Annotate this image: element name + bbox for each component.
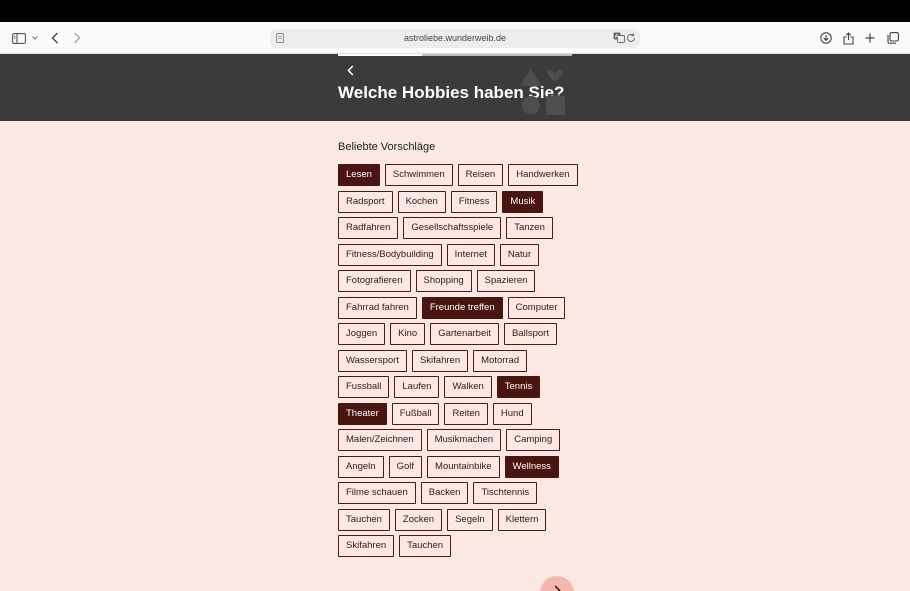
hobby-chip-handwerken[interactable]: Handwerken — [508, 164, 578, 186]
hobby-chip-freunde-treffen[interactable]: Freunde treffen — [421, 296, 503, 319]
hobby-chip-musik[interactable]: Musik — [502, 190, 544, 213]
sidebar-toggle-button[interactable] — [10, 22, 28, 54]
hobby-chip-computer[interactable]: Computer — [507, 296, 566, 319]
chip-row: Joggen Kino Gartenarbeit Ballsport — [338, 323, 578, 345]
hobby-chip-internet[interactable]: Internet — [446, 243, 495, 266]
hobby-chip-kino[interactable]: Kino — [390, 323, 426, 345]
hobby-chip-segeln[interactable]: Segeln — [447, 508, 493, 531]
suggestions-heading: Beliebte Vorschläge — [338, 141, 436, 153]
hobby-chip-wassersport[interactable]: Wassersport — [338, 349, 407, 372]
hobby-chip-tischtennis[interactable]: Tischtennis — [473, 482, 538, 504]
hobby-chip-schwimmen[interactable]: Schwimmen — [384, 164, 453, 186]
hobby-chip-motorrad[interactable]: Motorrad — [473, 349, 528, 372]
share-button[interactable] — [841, 22, 855, 54]
chip-row: Malen/Zeichnen Musikmachen Camping — [338, 429, 578, 451]
previous-question-button[interactable] — [343, 63, 357, 77]
next-button[interactable] — [540, 576, 574, 591]
hobby-chip-lesen[interactable]: Lesen — [338, 164, 380, 186]
download-icon — [820, 32, 832, 44]
hobby-chip-golf[interactable]: Golf — [388, 455, 423, 478]
hobby-chip-laufen[interactable]: Laufen — [394, 376, 440, 398]
share-icon — [842, 31, 854, 45]
question-header: Welche Hobbies haben Sie? — [0, 54, 910, 121]
hobby-chip-wellness[interactable]: Wellness — [504, 455, 559, 478]
tabs-overview-button[interactable] — [885, 22, 901, 54]
hobby-chip-joggen[interactable]: Joggen — [338, 323, 386, 345]
hobby-chip-camping[interactable]: Camping — [506, 429, 561, 451]
hobby-chip-fussball[interactable]: Fussball — [338, 376, 390, 398]
chip-row: Theater Fußball Reiten Hund — [338, 402, 578, 425]
progress-bar-fill — [338, 54, 423, 56]
hobby-chip-spazieren[interactable]: Spazieren — [476, 270, 536, 292]
chip-row: Fussball Laufen Walken Tennis — [338, 376, 578, 398]
hobby-chip-tanzen[interactable]: Tanzen — [506, 217, 553, 239]
chevron-right-icon — [74, 32, 81, 44]
hobby-chip-gesellschaftsspiele[interactable]: Gesellschaftsspiele — [403, 217, 502, 239]
hobby-chip-tennis[interactable]: Tennis — [496, 376, 541, 398]
svg-text:A: A — [615, 34, 619, 40]
hobby-chip-malen-zeichnen[interactable]: Malen/Zeichnen — [338, 429, 422, 451]
hobby-chip-klettern[interactable]: Klettern — [497, 508, 547, 531]
hobby-chip-reiten[interactable]: Reiten — [444, 402, 488, 425]
chip-row: Filme schauen Backen Tischtennis — [338, 482, 578, 504]
chip-row: Skifahren Tauchen — [338, 535, 578, 557]
sidebar-icon — [12, 32, 26, 44]
chip-row: Tauchen Zocken Segeln Klettern — [338, 508, 578, 531]
hobby-chip-tauchen[interactable]: Tauchen — [338, 508, 390, 531]
hobby-chip-backen[interactable]: Backen — [420, 482, 469, 504]
status-bar — [0, 0, 910, 22]
hobby-chip-shopping[interactable]: Shopping — [415, 270, 472, 292]
hobby-chip-fahrrad-fahren[interactable]: Fahrrad fahren — [338, 296, 417, 319]
chip-row: Fitness/Bodybuilding Internet Natur — [338, 243, 578, 266]
chip-row: Lesen Schwimmen Reisen Handwerken — [338, 164, 578, 186]
hobby-chip-radsport[interactable]: Radsport — [338, 190, 393, 213]
chip-row: Wassersport Skifahren Motorrad — [338, 349, 578, 372]
hobby-chip-ballsport[interactable]: Ballsport — [504, 323, 557, 345]
hobby-chip-filme-schauen[interactable]: Filme schauen — [338, 482, 416, 504]
reload-icon[interactable] — [626, 33, 636, 43]
chevron-left-icon — [51, 32, 58, 44]
new-tab-button[interactable] — [863, 22, 877, 54]
hobby-chip-theater[interactable]: Theater — [338, 402, 387, 425]
progress-bar — [338, 54, 572, 56]
hobby-chip-reisen[interactable]: Reisen — [457, 164, 504, 186]
hobby-chip-list: Lesen Schwimmen Reisen Handwerken Radsport Ko… — [338, 164, 578, 562]
chip-row: Radfahren Gesellschaftsspiele Tanzen — [338, 217, 578, 239]
url-text: astroliebe.wunderweib.de — [403, 33, 507, 43]
hobby-chip-skifahren[interactable]: Skifahren — [411, 349, 469, 372]
chevron-right-icon — [554, 585, 561, 591]
browser-toolbar: astroliebe.wunderweib.de A — [0, 22, 910, 54]
hobby-chip-tauchen[interactable]: Tauchen — [399, 535, 452, 557]
hobby-chip-kochen[interactable]: Kochen — [397, 190, 446, 213]
hobby-chip-mountainbike[interactable]: Mountainbike — [427, 455, 500, 478]
hobby-chip-radfahren[interactable]: Radfahren — [338, 217, 399, 239]
downloads-button[interactable] — [818, 22, 834, 54]
chip-row: Fotografieren Shopping Spazieren — [338, 270, 578, 292]
hobby-chip-natur[interactable]: Natur — [499, 243, 540, 266]
hobby-chip-hund[interactable]: Hund — [492, 402, 532, 425]
chip-row: Angeln Golf Mountainbike Wellness — [338, 455, 578, 478]
chevron-down-icon — [32, 36, 38, 40]
sidebar-menu-button[interactable] — [31, 22, 39, 54]
translate-icon[interactable]: A — [613, 32, 625, 43]
chip-row: Fahrrad fahren Freunde treffen Computer — [338, 296, 578, 319]
hobby-chip-fotografieren[interactable]: Fotografieren — [338, 270, 411, 292]
chevron-left-icon — [346, 64, 353, 76]
hobby-chip-walken[interactable]: Walken — [444, 376, 492, 398]
tabs-overview-icon — [887, 32, 899, 44]
hobby-chip-fitness[interactable]: Fitness — [450, 190, 498, 213]
hobby-chip-skifahren[interactable]: Skifahren — [338, 535, 395, 557]
hobby-chip-fußball[interactable]: Fußball — [391, 402, 440, 425]
browser-forward-button[interactable] — [70, 22, 84, 54]
plus-icon — [865, 33, 875, 43]
hobby-chip-gartenarbeit[interactable]: Gartenarbeit — [430, 323, 499, 345]
address-bar[interactable]: astroliebe.wunderweib.de A — [270, 29, 640, 48]
hobby-chip-fitness-bodybuilding[interactable]: Fitness/Bodybuilding — [338, 243, 442, 266]
chip-row: Radsport Kochen Fitness Musik — [338, 190, 578, 213]
decorative-shapes-icon — [520, 69, 565, 115]
hobby-chip-angeln[interactable]: Angeln — [338, 455, 384, 478]
browser-back-button[interactable] — [48, 22, 62, 54]
hobby-chip-zocken[interactable]: Zocken — [394, 508, 443, 531]
hobby-chip-musikmachen[interactable]: Musikmachen — [426, 429, 502, 451]
